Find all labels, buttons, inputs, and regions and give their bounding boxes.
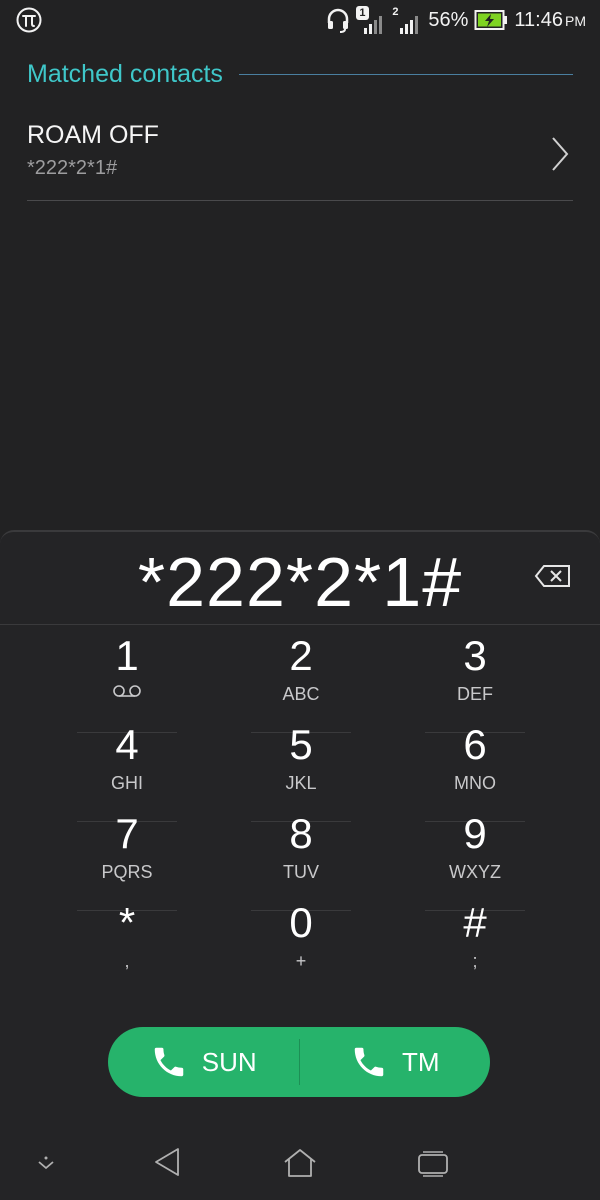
key-digit: 1 <box>115 632 139 679</box>
key-4[interactable]: 4 GHI <box>77 713 177 801</box>
key-letters: MNO <box>454 773 496 793</box>
key-6[interactable]: 6 MNO <box>425 713 525 801</box>
call-sim1-label: SUN <box>201 1046 257 1077</box>
key-1[interactable]: 1 <box>77 624 177 712</box>
dialed-number[interactable]: *222*2*1# <box>0 542 600 622</box>
key-star[interactable]: * , <box>77 891 177 979</box>
key-letters: + <box>295 951 307 971</box>
dialer-screen: 1 2 56% 11:46 PM Matched contacts ROAM O… <box>0 0 600 1200</box>
status-icons: 1 2 56% 11:46 PM <box>326 5 586 35</box>
collapse-icon[interactable] <box>34 1152 58 1176</box>
key-letters: TUV <box>283 862 319 882</box>
status-bar: 1 2 56% 11:46 PM <box>0 0 600 40</box>
dial-display: *222*2*1# <box>0 532 600 625</box>
key-letters: ABC <box>282 684 320 704</box>
key-letters: JKL <box>285 773 317 793</box>
back-icon[interactable] <box>152 1146 182 1178</box>
key-digit: 7 <box>115 810 139 857</box>
battery-charging-icon <box>474 10 508 30</box>
status-ampm: PM <box>565 12 586 29</box>
key-digit: 3 <box>463 632 487 679</box>
sim2-signal-icon: 2 <box>392 6 422 34</box>
key-letters: WXYZ <box>449 862 501 882</box>
call-sim1-button[interactable]: SUN <box>108 1027 299 1097</box>
call-sim2-button[interactable]: TM <box>300 1027 491 1097</box>
battery-percent: 56% <box>428 8 469 31</box>
sim2-badge: 2 <box>392 6 399 18</box>
call-bar: SUN TM <box>108 1027 490 1097</box>
chevron-right-icon[interactable] <box>551 136 569 172</box>
key-9[interactable]: 9 WXYZ <box>425 802 525 890</box>
sim1-signal-icon: 1 <box>356 6 386 34</box>
matched-contacts-header: Matched contacts <box>27 58 573 90</box>
key-0[interactable]: 0 + <box>251 891 351 979</box>
call-sim2-label: TM <box>401 1046 440 1077</box>
key-letters: GHI <box>110 773 143 793</box>
home-icon[interactable] <box>283 1148 317 1178</box>
phone-icon <box>154 1047 184 1077</box>
navigation-bar <box>0 1130 600 1200</box>
contact-name: ROAM OFF <box>27 121 159 149</box>
key-digit: 2 <box>289 632 313 679</box>
headset-icon <box>328 8 349 33</box>
key-digit: 6 <box>463 721 487 768</box>
status-time: 11:46 <box>514 8 563 31</box>
recent-apps-icon[interactable] <box>417 1150 449 1178</box>
dialer-panel: *222*2*1# 1 2 ABC 3 DEF 4 GHI 5 JKL 6 MN… <box>0 530 600 1200</box>
key-digit: 9 <box>463 810 487 857</box>
pi-logo-icon <box>16 7 42 33</box>
phone-icon <box>354 1047 384 1077</box>
backspace-icon[interactable] <box>534 564 572 588</box>
key-letters: ; <box>472 951 478 971</box>
key-5[interactable]: 5 JKL <box>251 713 351 801</box>
key-8[interactable]: 8 TUV <box>251 802 351 890</box>
key-hash[interactable]: # ; <box>425 891 525 979</box>
key-digit: 8 <box>289 810 313 857</box>
key-3[interactable]: 3 DEF <box>425 624 525 712</box>
key-digit: 0 <box>289 899 313 946</box>
key-letters: PQRS <box>101 862 153 882</box>
matched-contacts-title: Matched contacts <box>27 59 223 88</box>
voicemail-icon <box>113 685 141 697</box>
section-divider <box>238 73 573 75</box>
key-digit: * <box>118 899 136 946</box>
key-digit: # <box>463 899 487 946</box>
key-digit: 5 <box>289 721 313 768</box>
status-clock: 11:46 PM <box>514 9 586 32</box>
key-letters: DEF <box>457 684 493 704</box>
key-7[interactable]: 7 PQRS <box>77 802 177 890</box>
contact-item[interactable]: ROAM OFF *222*2*1# <box>27 110 573 201</box>
contact-number: *222*2*1# <box>27 157 118 179</box>
key-digit: 4 <box>115 721 139 768</box>
key-letters: , <box>124 951 130 971</box>
key-2[interactable]: 2 ABC <box>251 624 351 712</box>
